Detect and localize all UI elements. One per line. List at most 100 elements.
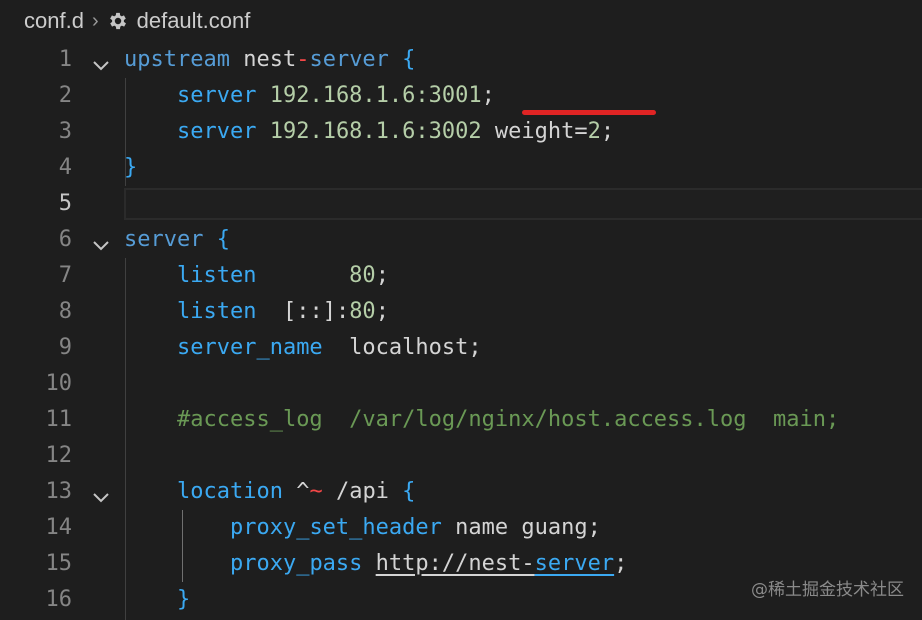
code-text: server_name localhost; [124, 330, 482, 366]
line-number: 7 [58, 263, 72, 288]
code-text: proxy_pass http://nest-server; [124, 546, 627, 582]
line-number: 16 [45, 587, 73, 612]
breadcrumb-file[interactable]: default.conf [137, 8, 251, 34]
code-token: listen [176, 299, 257, 324]
code-text: } [124, 150, 137, 186]
code-token: server [176, 119, 257, 144]
code-token: ~ [309, 479, 323, 504]
line-number: 10 [45, 371, 73, 396]
code-line[interactable]: 14 proxy_set_header name guang; [0, 510, 922, 546]
code-line[interactable]: 6 server { [0, 222, 922, 258]
code-line[interactable]: 3 server 192.168.1.6:3002 weight=2; [0, 114, 922, 150]
code-token: location [176, 479, 283, 504]
code-token: ; [614, 551, 628, 576]
code-text: #access_log /var/log/nginx/host.access.l… [124, 402, 839, 438]
code-token: 80 [349, 299, 376, 324]
code-text: upstream nest-server { [124, 42, 415, 78]
code-token: ; [481, 83, 495, 108]
code-line[interactable]: 11 #access_log /var/log/nginx/host.acces… [0, 402, 922, 438]
line-number: 11 [45, 407, 73, 432]
line-number: 8 [58, 299, 72, 324]
line-number: 4 [58, 155, 72, 180]
code-text: server 192.168.1.6:3001; [124, 78, 495, 114]
line-number: 1 [58, 47, 72, 72]
code-line[interactable]: 2 server 192.168.1.6:3001; [0, 78, 922, 114]
line-number: 13 [45, 479, 73, 504]
code-token: upstream [124, 47, 230, 72]
code-text: listen 80; [124, 258, 389, 294]
chevron-down-icon[interactable] [90, 51, 112, 71]
code-text: server 192.168.1.6:3002 weight=2; [124, 114, 614, 150]
code-token: 2 [587, 119, 601, 144]
code-token: ; [375, 263, 389, 288]
watermark: @稀土掘金技术社区 [751, 580, 904, 600]
code-token: localhost; [322, 335, 482, 360]
code-line[interactable]: 7 listen 80; [0, 258, 922, 294]
code-text: location ^~ /api { [124, 474, 415, 510]
code-token: server [176, 83, 257, 108]
code-line[interactable]: 10 [0, 366, 922, 402]
line-number: 9 [58, 335, 72, 360]
code-token: http://nest- [375, 551, 535, 576]
code-token: [::]: [256, 299, 350, 324]
code-token: server [124, 227, 204, 252]
code-token: ^ [282, 479, 310, 504]
code-token: ; [375, 299, 389, 324]
line-number: 3 [58, 119, 72, 144]
code-token: server [534, 551, 615, 576]
code-token: { [203, 227, 230, 252]
breadcrumb-folder[interactable]: conf.d [24, 8, 84, 34]
line-number: 2 [58, 83, 72, 108]
code-text: server { [124, 222, 230, 258]
code-token: server [309, 47, 389, 72]
code-text: listen [::]:80; [124, 294, 389, 330]
code-token: { [388, 479, 416, 504]
code-text: } [124, 582, 190, 618]
code-token: } [124, 155, 138, 180]
highlight-underline [522, 110, 656, 115]
code-token: 192.168.1.6:3002 [256, 119, 482, 144]
breadcrumb: conf.d › default.conf [24, 4, 250, 38]
line-number: 5 [58, 191, 72, 216]
chevron-down-icon[interactable] [90, 231, 112, 251]
code-token: name guang; [441, 515, 601, 540]
code-token: /api [322, 479, 389, 504]
breadcrumb-separator: › [91, 9, 99, 32]
code-line[interactable]: 9 server_name localhost; [0, 330, 922, 366]
code-line[interactable]: 4} [0, 150, 922, 186]
line-number: 14 [45, 515, 73, 540]
line-number: 15 [45, 551, 73, 576]
code-editor[interactable]: 1 upstream nest-server {2 server 192.168.… [0, 42, 922, 620]
chevron-down-icon[interactable] [90, 483, 112, 503]
code-line[interactable]: 5 [0, 186, 922, 222]
code-line[interactable]: 1 upstream nest-server { [0, 42, 922, 78]
code-token: ; [600, 119, 615, 144]
code-token: listen [176, 263, 257, 288]
code-token: } [176, 587, 191, 612]
code-token: weight= [481, 119, 588, 144]
code-token: #access_log /var/log/nginx/host.access.l… [176, 407, 840, 432]
line-number: 6 [58, 227, 72, 252]
gear-icon [107, 10, 129, 32]
code-line[interactable]: 8 listen [::]:80; [0, 294, 922, 330]
code-token: 80 [256, 263, 376, 288]
line-number: 12 [45, 443, 73, 468]
code-line[interactable]: 13 location ^~ /api { [0, 474, 922, 510]
code-token: proxy_set_header [229, 515, 442, 540]
code-token: server_name [176, 335, 323, 360]
code-token: - [296, 47, 310, 72]
code-token: proxy_pass [229, 551, 363, 576]
code-text: proxy_set_header name guang; [124, 510, 601, 546]
code-line[interactable]: 12 [0, 438, 922, 474]
